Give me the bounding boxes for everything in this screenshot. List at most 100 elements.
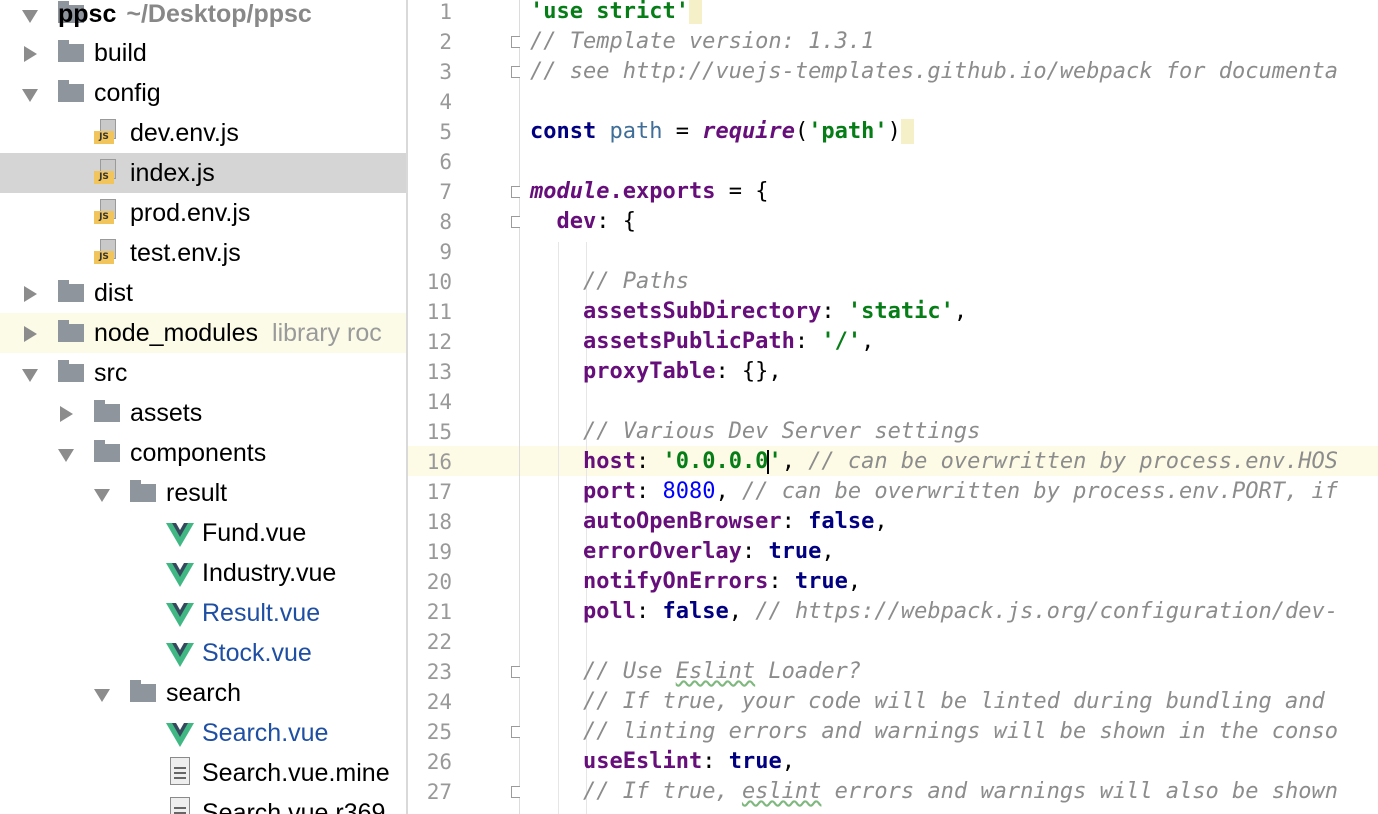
- tree-item-build[interactable]: build: [0, 33, 406, 73]
- code-line-17[interactable]: port: 8080, // can be overwritten by pro…: [530, 477, 1338, 507]
- tree-item-label: assets: [130, 399, 203, 427]
- code-line-26[interactable]: useEslint: true,: [530, 747, 795, 777]
- line-number: 27: [426, 780, 452, 804]
- code-line-3[interactable]: // see http://vuejs-templates.github.io/…: [530, 57, 1338, 87]
- tree-item-industry-vue[interactable]: Industry.vue: [0, 553, 406, 593]
- line-number: 13: [426, 360, 452, 384]
- vue-file-icon: [166, 563, 194, 587]
- tree-item-config[interactable]: config: [0, 73, 406, 113]
- collapse-arrow-icon[interactable]: [22, 10, 38, 23]
- code-line-20[interactable]: notifyOnErrors: true,: [530, 567, 861, 597]
- expand-arrow-icon[interactable]: [60, 406, 73, 422]
- tree-item-search[interactable]: search: [0, 673, 406, 713]
- comment: // see http://vuejs-templates.github.io/…: [530, 59, 1338, 84]
- collapse-arrow-icon[interactable]: [22, 89, 38, 102]
- code-line-5[interactable]: const path = require('path'): [530, 117, 915, 147]
- vue-file-icon: [166, 723, 194, 747]
- tree-item-label: dist: [94, 279, 133, 307]
- whitespace-highlight: [688, 0, 703, 24]
- tree-item-fund-vue[interactable]: Fund.vue: [0, 513, 406, 553]
- expand-arrow-icon[interactable]: [24, 326, 37, 342]
- editor-gutter[interactable]: 1 2 3 4 5 6 7 8 9 10 11 12 13 14 15 16 1…: [408, 0, 520, 814]
- tree-item-result-vue[interactable]: Result.vue: [0, 593, 406, 633]
- tree-item-node-modules[interactable]: node_modules library roc: [0, 313, 406, 353]
- code-line-13[interactable]: proxyTable: {},: [530, 357, 782, 387]
- line-number: 16: [426, 450, 452, 474]
- code-line-25[interactable]: // linting errors and warnings will be s…: [530, 717, 1338, 747]
- tree-item-label: Search.vue: [202, 719, 329, 747]
- code-line-7[interactable]: module.exports = {: [530, 177, 768, 207]
- code-line-19[interactable]: errorOverlay: true,: [530, 537, 835, 567]
- expand-arrow-icon[interactable]: [24, 286, 37, 302]
- tree-item-test-env-js[interactable]: JS test.env.js: [0, 233, 406, 273]
- vue-file-icon: [166, 643, 194, 667]
- tree-item-label: Result.vue: [202, 599, 321, 627]
- project-root-label: ppsc ~/Desktop/ppsc: [58, 0, 312, 28]
- line-number: 21: [426, 600, 452, 624]
- collapse-arrow-icon[interactable]: [22, 369, 38, 382]
- tree-item-dist[interactable]: dist: [0, 273, 406, 313]
- code-line-23[interactable]: // Use Eslint Loader?: [530, 657, 861, 687]
- line-number: 4: [439, 90, 452, 114]
- tree-item-assets[interactable]: assets: [0, 393, 406, 433]
- line-number: 8: [439, 210, 452, 234]
- code-line-18[interactable]: autoOpenBrowser: false,: [530, 507, 888, 537]
- folder-icon: [130, 680, 156, 702]
- js-file-icon: JS: [94, 239, 118, 267]
- code-line-15[interactable]: // Various Dev Server settings: [530, 417, 980, 447]
- line-number: 18: [426, 510, 452, 534]
- expand-arrow-icon[interactable]: [24, 46, 37, 62]
- tree-item-label: Stock.vue: [202, 639, 312, 667]
- vue-file-icon: [166, 603, 194, 627]
- tree-item-prod-env-js[interactable]: JS prod.env.js: [0, 193, 406, 233]
- tree-item-components[interactable]: components: [0, 433, 406, 473]
- collapse-arrow-icon[interactable]: [58, 449, 74, 462]
- js-file-icon: JS: [94, 199, 118, 227]
- tree-item-dev-env-js[interactable]: JS dev.env.js: [0, 113, 406, 153]
- code-line-27[interactable]: // If true, eslint errors and warnings w…: [530, 777, 1338, 807]
- tree-item-stock-vue[interactable]: Stock.vue: [0, 633, 406, 673]
- js-file-icon: JS: [94, 119, 118, 147]
- tree-item-src[interactable]: src: [0, 353, 406, 393]
- text-file-icon: [170, 797, 190, 814]
- line-number: 11: [426, 300, 452, 324]
- code-editor[interactable]: 'use strict' // Template version: 1.3.1 …: [520, 0, 1378, 814]
- library-root-hint: library roc: [272, 319, 382, 347]
- tree-item-label: index.js: [130, 159, 215, 187]
- code-line-21[interactable]: poll: false, // https://webpack.js.org/c…: [530, 597, 1338, 627]
- line-number: 24: [426, 690, 452, 714]
- code-line-2[interactable]: // Template version: 1.3.1: [530, 27, 874, 57]
- collapse-arrow-icon[interactable]: [94, 689, 110, 702]
- line-number: 10: [426, 270, 452, 294]
- folder-icon: [58, 40, 84, 62]
- code-line-11[interactable]: assetsSubDirectory: 'static',: [530, 297, 967, 327]
- line-number: 17: [426, 480, 452, 504]
- code-line-24[interactable]: // If true, your code will be linted dur…: [530, 687, 1325, 717]
- tree-item-label: Search.vue.r369: [202, 799, 386, 814]
- folder-icon: [94, 400, 120, 422]
- collapse-arrow-icon[interactable]: [94, 489, 110, 502]
- tree-root-row[interactable]: ppsc ~/Desktop/ppsc: [0, 0, 406, 34]
- code-line-16[interactable]: host: '0.0.0.0', // can be overwritten b…: [530, 447, 1338, 477]
- line-number: 23: [426, 660, 452, 684]
- code-line-12[interactable]: assetsPublicPath: '/',: [530, 327, 874, 357]
- folder-icon: [58, 360, 84, 382]
- tree-item-label: build: [94, 39, 147, 67]
- tree-item-search-vue[interactable]: Search.vue: [0, 713, 406, 753]
- tree-item-index-js[interactable]: JS index.js: [0, 153, 406, 193]
- tree-item-search-vue-r369[interactable]: Search.vue.r369: [0, 793, 406, 814]
- line-number: 25: [426, 720, 452, 744]
- code-line-1[interactable]: 'use strict': [530, 0, 703, 27]
- line-number: 3: [439, 60, 452, 84]
- code-line-10[interactable]: // Paths: [530, 267, 689, 297]
- line-number: 5: [439, 120, 452, 144]
- tree-item-result[interactable]: result: [0, 473, 406, 513]
- line-number: 19: [426, 540, 452, 564]
- line-number: 20: [426, 570, 452, 594]
- string-literal: 'use strict': [530, 0, 689, 24]
- code-line-8[interactable]: dev: {: [530, 207, 637, 237]
- line-number: 15: [426, 420, 452, 444]
- folder-icon: [130, 480, 156, 502]
- tree-item-search-vue-mine[interactable]: Search.vue.mine: [0, 753, 406, 793]
- tree-item-label: search: [166, 679, 242, 707]
